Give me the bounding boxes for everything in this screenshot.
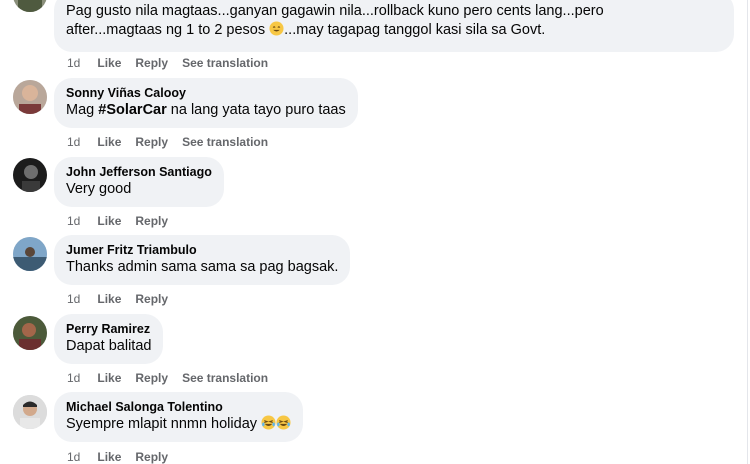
reply-link[interactable]: Reply (135, 135, 168, 149)
comment-bubble: Michael Salonga Tolentino Syempre mlapit… (54, 392, 304, 442)
commenter-name[interactable]: John Jefferson Santiago (66, 164, 212, 180)
comment-bubble: Perry Ramirez Dapat balitad (54, 314, 164, 364)
comment-text-segment: na lang yata tayo puro taas (166, 102, 346, 118)
comment-bubble: Pag gusto nila magtaas...ganyan gagawin … (54, 0, 734, 52)
comment-text: Thanks admin sama sama sa pag bagsak. (66, 259, 339, 275)
comment-text-segment: ...may tagapag tanggol kasi sila sa Govt… (284, 22, 546, 38)
comment-actions: 1d Like Reply (67, 450, 182, 464)
commenter-name[interactable]: Sonny Viñas Calooy (66, 85, 346, 101)
rolling-laughing-emoji-icon (261, 415, 276, 430)
avatar-photo (13, 0, 47, 12)
scrollbar-track[interactable] (747, 0, 748, 464)
comment-text: Syempre mlapit nnmn holiday (66, 415, 291, 434)
comments-panel: Pag gusto nila magtaas...ganyan gagawin … (0, 0, 750, 464)
comment-actions: 1d Like Reply See translation (67, 56, 282, 70)
hashtag-link[interactable]: #SolarCar (98, 102, 167, 118)
comment-text-segment: Mag (66, 102, 99, 118)
comment-bubble: John Jefferson Santiago Very good (54, 157, 224, 207)
comment-timestamp[interactable]: 1d (67, 371, 80, 385)
comment-bubble: Jumer Fritz Triambulo Thanks admin sama … (54, 235, 351, 285)
reply-link[interactable]: Reply (135, 371, 168, 385)
avatar[interactable] (13, 158, 47, 192)
comment-text-line: Pag gusto nila magtaas...ganyan gagawin … (66, 3, 604, 19)
like-link[interactable]: Like (97, 371, 121, 385)
comment-text-segment: Syempre mlapit nnmn holiday (66, 416, 258, 432)
comment-text-line: after...magtaas ng 1 to 2 pesos ...may t… (66, 21, 722, 40)
like-link[interactable]: Like (97, 56, 121, 70)
commenter-name[interactable]: Michael Salonga Tolentino (66, 399, 291, 415)
comment-text: Very good (66, 181, 132, 197)
see-translation-link[interactable]: See translation (182, 371, 268, 385)
commenter-name[interactable]: Perry Ramirez (66, 321, 151, 337)
avatar[interactable] (13, 237, 47, 271)
avatar-photo (13, 316, 47, 350)
see-translation-link[interactable]: See translation (182, 56, 268, 70)
like-link[interactable]: Like (97, 450, 121, 464)
avatar-photo (13, 395, 47, 429)
reply-link[interactable]: Reply (135, 56, 168, 70)
avatar[interactable] (13, 80, 47, 114)
avatar[interactable] (13, 316, 47, 350)
smiling-face-emoji-icon (269, 21, 284, 36)
comment-timestamp[interactable]: 1d (67, 135, 80, 149)
comment-bubble: Sonny Viñas Calooy Mag #SolarCar na lang… (54, 78, 358, 128)
avatar-photo (13, 237, 47, 271)
comment-text: Dapat balitad (66, 338, 152, 354)
comment-actions: 1d Like Reply See translation (67, 371, 282, 385)
like-link[interactable]: Like (97, 135, 121, 149)
reply-link[interactable]: Reply (135, 450, 168, 464)
comment-timestamp[interactable]: 1d (67, 292, 80, 306)
avatar[interactable] (13, 395, 47, 429)
commenter-name[interactable]: Jumer Fritz Triambulo (66, 242, 338, 258)
comment-timestamp[interactable]: 1d (67, 214, 80, 228)
avatar[interactable] (13, 0, 47, 12)
see-translation-link[interactable]: See translation (182, 135, 268, 149)
rolling-laughing-emoji-icon (276, 415, 291, 430)
comment-actions: 1d Like Reply (67, 292, 182, 306)
avatar-photo (13, 80, 47, 114)
comment-text: Mag #SolarCar na lang yata tayo puro taa… (66, 101, 346, 120)
comment-actions: 1d Like Reply (67, 214, 182, 228)
reply-link[interactable]: Reply (135, 214, 168, 228)
like-link[interactable]: Like (97, 292, 121, 306)
comment-timestamp[interactable]: 1d (67, 56, 80, 70)
comment-text-segment: after...magtaas ng 1 to 2 pesos (66, 22, 266, 38)
reply-link[interactable]: Reply (135, 292, 168, 306)
like-link[interactable]: Like (97, 214, 121, 228)
comment-actions: 1d Like Reply See translation (67, 135, 282, 149)
avatar-photo (13, 158, 47, 192)
comment-timestamp[interactable]: 1d (67, 450, 80, 464)
